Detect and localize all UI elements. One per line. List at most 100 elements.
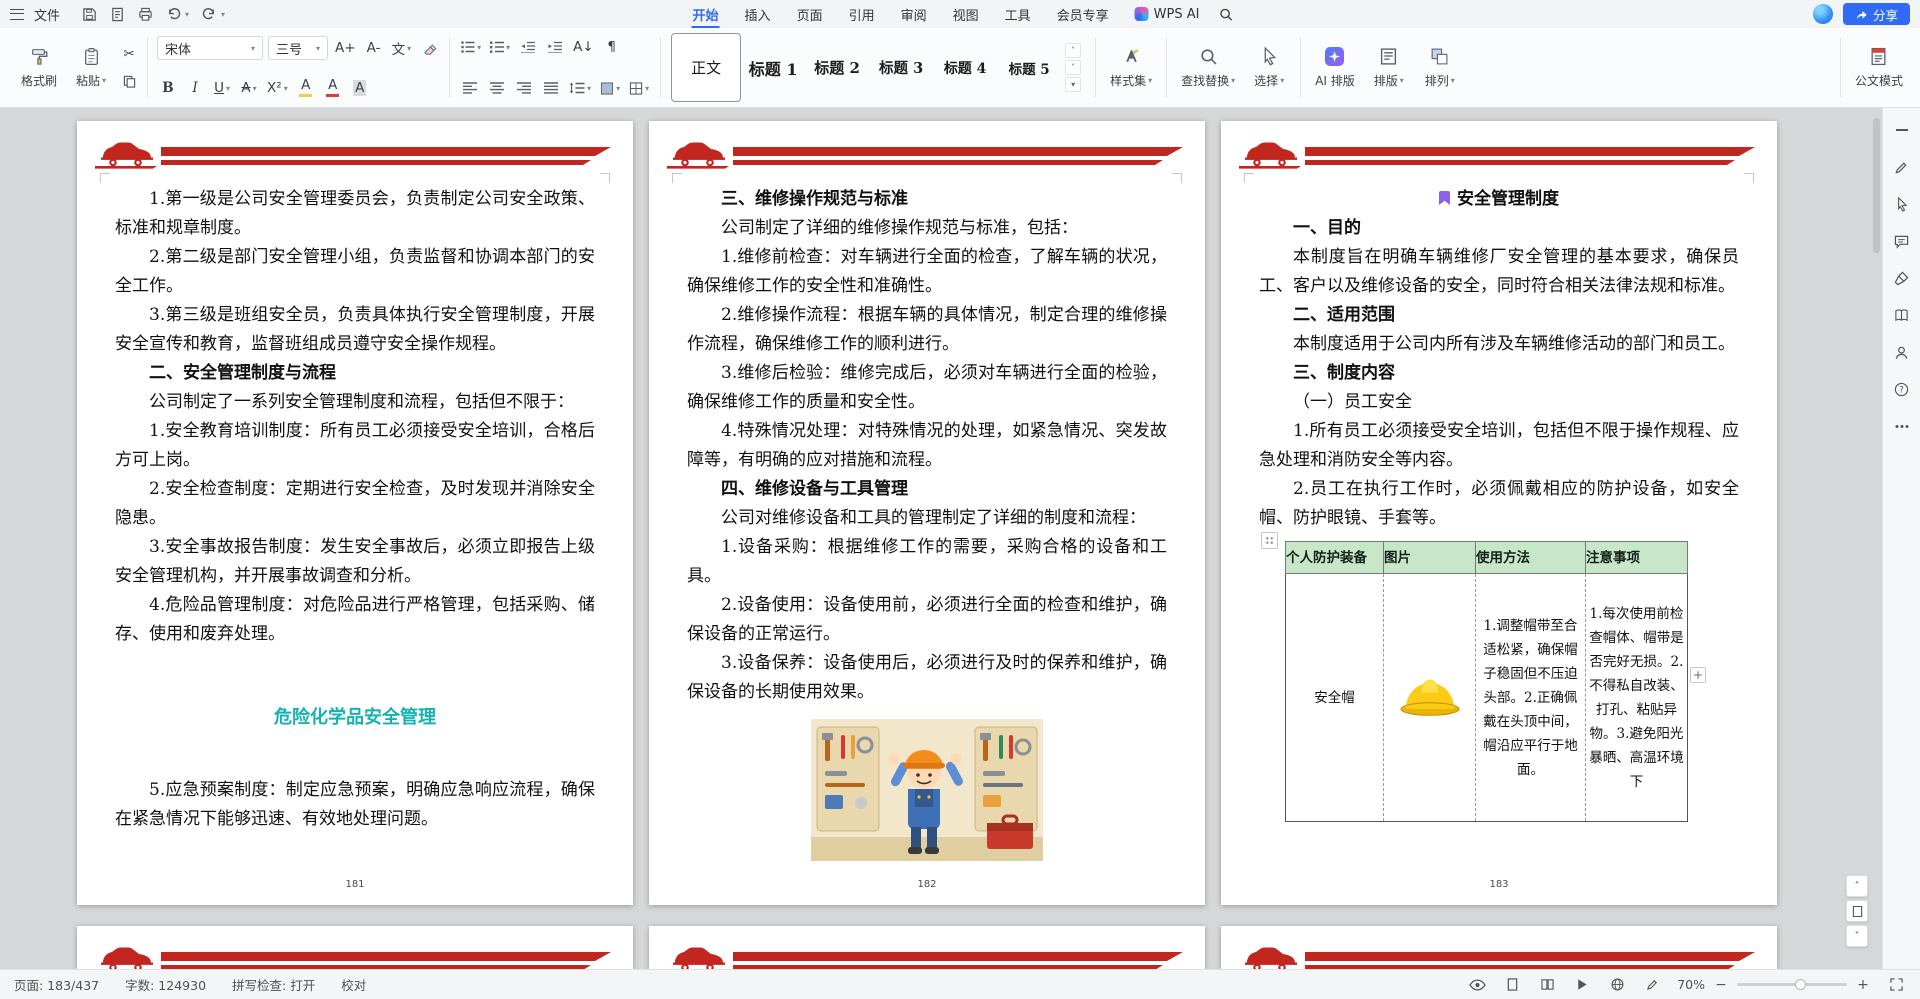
table-move-handle[interactable] [1261,532,1278,549]
table-cell-image[interactable] [1384,574,1476,822]
bullet-list-button[interactable]: ▾ [459,36,483,58]
tab-tools[interactable]: 工具 [992,0,1044,28]
font-color-button[interactable]: A [322,77,344,99]
paragraph[interactable]: 本制度旨在明确车辆维修厂安全管理的基本要求，确保员工、客户以及维修设备的安全，同… [1259,243,1739,301]
underline-button[interactable]: U▾ [211,77,233,99]
zoom-slider[interactable] [1737,983,1847,986]
cut-button[interactable]: ✂ [118,43,140,65]
style-heading-5[interactable]: 标题 5 [997,33,1061,102]
layout-button[interactable]: 排版▾ [1365,33,1413,102]
vertical-scrollbar[interactable] [1873,118,1880,253]
print-button[interactable] [138,7,153,22]
comment-icon[interactable] [1892,231,1912,251]
collapse-panel-icon[interactable] [1892,120,1912,140]
paragraph[interactable]: 1.设备采购：根据维修工作的需要，采购合格的设备和工具。 [687,533,1167,591]
tab-member[interactable]: 会员专享 [1044,0,1122,28]
paragraph[interactable]: 1.第一级是公司安全管理委员会，负责制定公司安全政策、标准和规章制度。 [115,185,595,243]
align-right-button[interactable] [513,77,535,99]
paragraph[interactable]: （一）员工安全 [1259,388,1739,417]
paragraph[interactable]: 4.特殊情况处理：对特殊情况的处理，如紧急情况、突发故障等，有明确的应对措施和流… [687,417,1167,475]
highlight-button[interactable]: A [295,77,317,99]
next-page-button[interactable]: ˅ [1846,925,1868,947]
style-normal[interactable]: 正文 [671,33,741,102]
paragraph[interactable]: 2.设备使用：设备使用前，必须进行全面的检查和维护，确保设备的正常运行。 [687,591,1167,649]
share-button[interactable]: 分享 [1843,3,1910,25]
mechanic-illustration[interactable] [687,719,1167,871]
clear-format-button[interactable] [418,37,440,59]
sort-button[interactable]: A↓ [571,36,596,58]
export-button[interactable] [110,7,125,22]
superscript-button[interactable]: X²▾ [265,77,290,99]
style-gallery-up-button[interactable]: ˄ [1065,43,1081,58]
prev-page-button[interactable]: ˄ [1846,875,1868,897]
paragraph[interactable]: 3.安全事故报告制度：发生安全事故后，必须立即报告上级安全管理机构，并开展事故调… [115,533,595,591]
font-family-select[interactable]: 宋体▾ [157,36,263,60]
tab-wps-ai[interactable]: WPS AI [1122,0,1213,28]
bold-button[interactable]: B [157,77,179,99]
reading-book-icon[interactable] [1892,305,1912,325]
paste-button[interactable]: 粘贴▾ [67,33,115,102]
main-menu-icon[interactable] [10,9,24,20]
save-button[interactable] [82,7,97,22]
paragraph[interactable]: 一、目的 [1259,214,1739,243]
tab-reference[interactable]: 引用 [836,0,888,28]
numbered-list-button[interactable]: ▾ [488,36,512,58]
cloud-sync-icon[interactable] [1813,4,1833,24]
page-indicator[interactable]: 页面: 183/437 [14,975,99,994]
document-canvas[interactable]: ˄ ˅ 1.第一级是公司安全管理委员会，负责制定公司安全政策、标准和规章制度。2… [0,108,1882,969]
decrease-font-button[interactable]: A- [363,37,385,59]
ai-layout-button[interactable]: AI 排版 [1308,33,1362,102]
style-heading-4[interactable]: 标题 4 [933,33,997,102]
paragraph[interactable]: 5.应急预案制度：制定应急预案，明确应急响应流程，确保在紧急情况下能够迅速、有效… [115,776,595,834]
undo-button[interactable]: ▾ [166,7,189,22]
justify-button[interactable] [540,77,562,99]
page-view-icon[interactable] [1502,975,1522,995]
paragraph[interactable]: 4.危险品管理制度：对危险品进行严格管理，包括采购、储存、使用和废弃处理。 [115,591,595,649]
tab-insert[interactable]: 插入 [732,0,784,28]
table-header-cell[interactable]: 注意事项 [1586,542,1688,574]
tab-home[interactable]: 开始 [680,0,732,28]
char-shading-button[interactable]: A [349,77,371,99]
format-tools-icon[interactable] [1892,268,1912,288]
zoom-level[interactable]: 70% [1677,977,1705,992]
paragraph[interactable]: 公司制定了一系列安全管理制度和流程，包括但不限于： [115,388,595,417]
eye-protection-icon[interactable] [1467,975,1487,995]
decrease-indent-button[interactable] [517,36,539,58]
table-cell-notes[interactable]: 1.每次使用前检查帽体、帽带是否完好无损。2.不得私自改装、打孔、粘贴异物。3.… [1586,574,1688,822]
paragraph[interactable]: 四、维修设备与工具管理 [687,475,1167,504]
document-title[interactable]: 安全管理制度 [1259,185,1739,214]
document-page-181[interactable]: 1.第一级是公司安全管理委员会，负责制定公司安全政策、标准和规章制度。2.第二级… [77,121,633,905]
font-size-select[interactable]: 三号▾ [268,36,328,60]
table-header-cell[interactable]: 图片 [1384,542,1476,574]
official-doc-mode-button[interactable]: 公文模式 [1848,33,1910,102]
style-gallery-more-button[interactable]: ▾ [1065,77,1081,92]
annotate-pen-icon[interactable] [1642,975,1662,995]
find-replace-button[interactable]: 查找替换▾ [1174,33,1242,102]
document-page-partial[interactable] [649,926,1205,969]
show-marks-button[interactable]: ¶ [601,36,623,58]
paragraph[interactable]: 公司制定了详细的维修操作规范与标准，包括： [687,214,1167,243]
document-page-182[interactable]: 三、维修操作规范与标准公司制定了详细的维修操作规范与标准，包括：1.维修前检查：… [649,121,1205,905]
paragraph[interactable]: 三、制度内容 [1259,359,1739,388]
table-header-cell[interactable]: 使用方法 [1476,542,1586,574]
paragraph[interactable]: 1.维修前检查：对车辆进行全面的检查，了解车辆的状况，确保维修工作的安全性和准确… [687,243,1167,301]
paragraph[interactable]: 1.所有员工必须接受安全培训，包括但不限于操作规程、应急处理和消防安全等内容。 [1259,417,1739,475]
paragraph[interactable]: 2.维修操作流程：根据车辆的具体情况，制定合理的维修操作流程，确保维修工作的顺利… [687,301,1167,359]
zoom-out-button[interactable]: − [1713,977,1729,993]
style-set-button[interactable]: 样式集▾ [1103,33,1159,102]
contacts-icon[interactable] [1892,342,1912,362]
align-left-button[interactable] [459,77,481,99]
document-page-partial[interactable] [1221,926,1777,969]
arrange-button[interactable]: 排列▾ [1416,33,1464,102]
file-menu[interactable]: 文件 [34,5,60,24]
strikethrough-button[interactable]: A▾ [238,77,260,99]
style-heading-2[interactable]: 标题 2 [805,33,869,102]
insert-column-button[interactable]: + [1690,667,1706,683]
multi-page-view-icon[interactable] [1537,975,1557,995]
paragraph[interactable]: 2.员工在执行工作时，必须佩戴相应的防护设备，如安全帽、防护眼镜、手套等。 [1259,475,1739,533]
tab-page[interactable]: 页面 [784,0,836,28]
copy-button[interactable] [118,71,140,93]
paragraph[interactable]: 3.设备保养：设备使用后，必须进行及时的保养和维护，确保设备的长期使用效果。 [687,649,1167,707]
increase-font-button[interactable]: A+ [333,37,358,59]
select-button[interactable]: 选择▾ [1245,33,1293,102]
